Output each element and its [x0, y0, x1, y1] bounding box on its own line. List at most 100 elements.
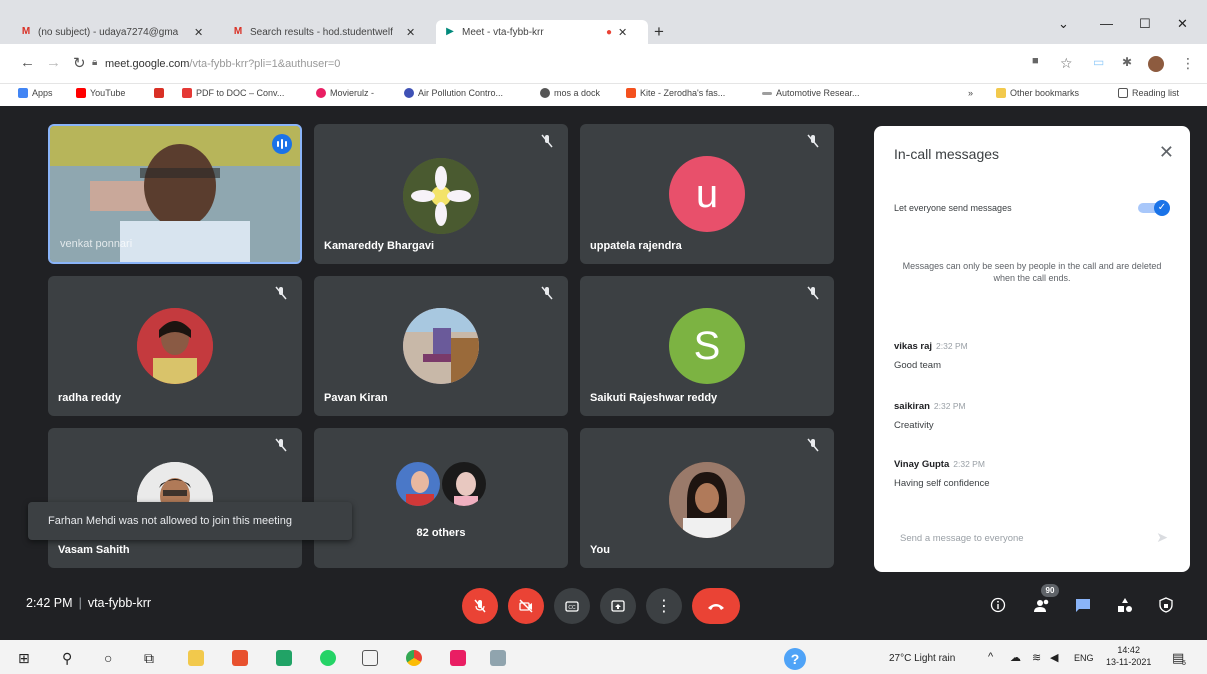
more-bookmarks-icon[interactable]: » — [968, 88, 973, 98]
chevron-up-icon[interactable]: ^ — [988, 651, 993, 663]
extension-icon[interactable]: ▭ — [1093, 55, 1104, 69]
participant-name: uppatela rajendra — [590, 240, 682, 252]
browser-tab-gmail-1[interactable]: M (no subject) - udaya7274@gma ✕ — [12, 20, 211, 44]
lock-icon[interactable]: 🔒︎ — [92, 57, 97, 68]
camera-icon[interactable]: ■ — [1032, 55, 1039, 67]
office-icon[interactable] — [232, 650, 248, 666]
close-tab-icon[interactable]: ✕ — [406, 26, 415, 39]
profile-avatar[interactable] — [1148, 56, 1164, 72]
file-explorer-icon[interactable] — [188, 650, 204, 666]
close-tab-icon[interactable]: ✕ — [194, 26, 203, 39]
bookmark-youtube[interactable]: YouTube — [76, 88, 125, 98]
separator: | — [78, 596, 82, 610]
excel-icon[interactable] — [276, 650, 292, 666]
participant-tile[interactable]: S Saikuti Rajeshwar reddy — [580, 276, 834, 416]
person-photo — [669, 462, 745, 538]
message-text: Having self confidence — [894, 478, 990, 489]
captions-icon: CC — [565, 601, 579, 612]
flower-photo — [403, 158, 479, 234]
close-window-button[interactable]: ✕ — [1177, 16, 1188, 32]
close-tab-icon[interactable]: ✕ — [618, 26, 627, 39]
participant-tile[interactable]: Pavan Kiran — [314, 276, 568, 416]
notification-count: 5 — [1182, 660, 1186, 667]
participant-name: Kamareddy Bhargavi — [324, 240, 435, 252]
participant-tile[interactable]: Vasam Sahith — [48, 428, 302, 568]
windows-taskbar: ⊞ ⚲ ○ ⧉ ? 27°C Light rain ^ ☁ ≋ ◀ ENG 14… — [0, 640, 1207, 674]
participant-name: Pavan Kiran — [324, 392, 388, 404]
mic-muted-icon — [807, 134, 819, 148]
system-clock[interactable]: 14:42 13-11-2021 — [1106, 644, 1151, 668]
bookmark-label: mos a dock — [554, 88, 601, 98]
puzzle-icon[interactable]: ✱ — [1122, 55, 1132, 69]
help-icon[interactable]: ? — [784, 648, 806, 670]
participant-tile[interactable]: venkat ponnari — [48, 124, 302, 264]
more-options-icon[interactable]: ⋮ — [646, 588, 682, 624]
host-controls-icon[interactable] — [1155, 594, 1177, 616]
chat-notice: Messages can only be seen by people in t… — [902, 261, 1162, 283]
meeting-details-icon[interactable] — [987, 594, 1009, 616]
language-indicator[interactable]: ENG — [1074, 653, 1094, 663]
browser-tab-gmail-2[interactable]: M Search results - hod.studentwelf ✕ — [224, 20, 423, 44]
participant-tile[interactable]: Kamareddy Bhargavi — [314, 124, 568, 264]
captions-button[interactable]: CC — [554, 588, 590, 624]
present-button[interactable] — [600, 588, 636, 624]
reading-list[interactable]: Reading list — [1118, 88, 1179, 98]
forward-icon[interactable]: → — [46, 54, 61, 71]
bookmark-pdf[interactable]: PDF to DOC – Conv... — [182, 88, 284, 98]
person-photo — [396, 462, 440, 506]
browser-tab-meet[interactable]: ▶ Meet - vta-fybb-krr ● ✕ — [436, 20, 648, 44]
hang-up-button[interactable] — [692, 588, 740, 624]
message-time: 2:32 PM — [933, 401, 966, 411]
participant-avatar: S — [669, 308, 745, 384]
others-tile[interactable]: 82 others — [314, 428, 568, 568]
menu-icon[interactable]: ⋮ — [1181, 55, 1195, 72]
bookmark-gmail[interactable] — [154, 88, 168, 98]
whatsapp-icon[interactable] — [320, 650, 336, 666]
bookmark-automotive[interactable]: Automotive Resear... — [762, 88, 860, 98]
maximize-button[interactable]: ☐ — [1139, 16, 1151, 32]
message-icon[interactable] — [362, 650, 378, 666]
volume-icon[interactable]: ◀ — [1050, 651, 1058, 664]
activities-icon[interactable] — [1114, 594, 1136, 616]
search-icon[interactable]: ⚲ — [62, 650, 72, 667]
let-everyone-toggle[interactable]: ✓ — [1138, 200, 1170, 216]
windows-start-icon[interactable]: ⊞ — [18, 650, 30, 667]
bookmark-apps[interactable]: Apps — [18, 88, 53, 98]
bookmark-mos[interactable]: mos a dock — [540, 88, 600, 98]
self-tile[interactable]: You — [580, 428, 834, 568]
address-bar: ← → ↻ 🔒︎ meet.google.com/vta-fybb-krr?pl… — [0, 44, 1207, 84]
bookmark-kite[interactable]: Kite - Zerodha's fas... — [626, 88, 725, 98]
bookmark-movierulz[interactable]: Movierulz - — [316, 88, 374, 98]
reload-icon[interactable]: ↻ — [73, 54, 86, 72]
chat-panel: In-call messages ✕ Let everyone send mes… — [874, 126, 1190, 572]
back-icon[interactable]: ← — [20, 54, 35, 71]
minimize-button[interactable]: — — [1100, 16, 1113, 31]
message-text: Good team — [894, 360, 941, 371]
new-tab-button[interactable]: + — [654, 22, 664, 42]
wifi-icon[interactable]: ≋ — [1032, 651, 1041, 664]
people-icon[interactable] — [1031, 594, 1053, 616]
chat-message-input[interactable]: Send a message to everyone — [900, 533, 1024, 544]
chrome-icon[interactable] — [406, 650, 422, 666]
tab-search-icon[interactable]: ⌄ — [1058, 16, 1069, 32]
url-field[interactable]: meet.google.com/vta-fybb-krr?pli=1&authu… — [105, 58, 340, 70]
browser-tab-bar: M (no subject) - udaya7274@gma ✕ M Searc… — [0, 0, 1207, 44]
chat-icon[interactable] — [1072, 594, 1094, 616]
photos-icon[interactable] — [450, 650, 466, 666]
close-icon[interactable]: ✕ — [1159, 142, 1174, 163]
task-view-icon[interactable]: ⧉ — [144, 650, 154, 667]
bookmark-star-icon[interactable]: ☆ — [1060, 55, 1073, 72]
participant-tile[interactable]: radha reddy — [48, 276, 302, 416]
bookmark-other[interactable]: Other bookmarks — [996, 88, 1079, 98]
send-icon[interactable]: ➤ — [1156, 529, 1168, 546]
mic-toggle-button[interactable] — [462, 588, 498, 624]
participant-tile[interactable]: u uppatela rajendra — [580, 124, 834, 264]
participant-name: venkat ponnari — [60, 238, 133, 250]
cortana-icon[interactable]: ○ — [104, 650, 112, 666]
weather-widget[interactable]: 27°C Light rain — [889, 653, 955, 664]
bookmark-air-pollution[interactable]: Air Pollution Contro... — [404, 88, 503, 98]
app-icon[interactable] — [490, 650, 506, 666]
camera-toggle-button[interactable] — [508, 588, 544, 624]
present-screen-icon — [611, 600, 625, 612]
onedrive-icon[interactable]: ☁ — [1010, 651, 1021, 664]
